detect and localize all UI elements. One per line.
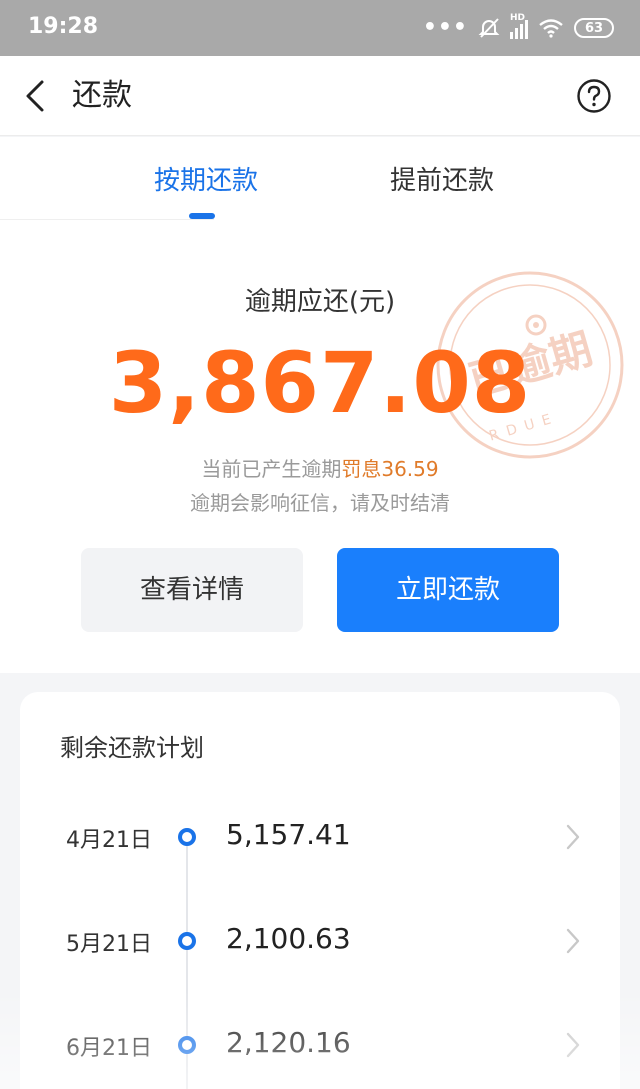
repayment-tabs: 按期还款 提前还款 — [0, 137, 640, 221]
plan-title: 剩余还款计划 — [60, 734, 204, 762]
plan-row-date: 4月21日 — [66, 828, 152, 853]
tab-scheduled-repayment[interactable]: 按期还款 — [154, 165, 258, 197]
chevron-right-icon — [566, 1032, 580, 1058]
credit-warning: 逾期会影响征信，请及时结清 — [190, 491, 450, 515]
chevron-right-icon — [566, 928, 580, 954]
timeline-dot — [178, 828, 196, 846]
wifi-icon — [539, 19, 563, 38]
repayment-plan-card: 剩余还款计划 4月21日 5,157.41 5月21日 2,100.63 6月2… — [20, 692, 620, 1089]
status-time: 19:28 — [28, 14, 99, 39]
tab-divider — [0, 219, 214, 220]
plan-row[interactable]: 5月21日 2,100.63 — [20, 912, 620, 972]
plan-row[interactable]: 4月21日 5,157.41 — [20, 808, 620, 868]
repay-now-button[interactable]: 立即还款 — [337, 548, 559, 632]
status-bar: 19:28 ••• HD 63 — [0, 0, 640, 56]
navbar: 还款 — [0, 56, 640, 136]
signal-icon: HD — [510, 13, 528, 39]
battery-level: 63 — [584, 20, 604, 36]
battery-icon: 63 — [574, 18, 614, 38]
status-icons: ••• HD 63 — [422, 13, 614, 42]
plan-row-amount: 5,157.41 — [226, 818, 351, 851]
signal-hd-label: HD — [510, 13, 526, 23]
plan-row[interactable]: 6月21日 2,120.16 — [20, 1016, 620, 1076]
more-dots-icon: ••• — [422, 15, 468, 40]
penalty-value: 36.59 — [381, 457, 439, 481]
page-title: 还款 — [72, 78, 132, 113]
timeline-dot — [178, 932, 196, 950]
plan-row-date: 5月21日 — [66, 932, 152, 957]
chevron-right-icon — [566, 824, 580, 850]
plan-row-amount: 2,120.16 — [226, 1026, 351, 1059]
penalty-label: 罚息 — [341, 457, 382, 481]
help-icon[interactable] — [576, 78, 612, 114]
view-details-button[interactable]: 查看详情 — [81, 548, 303, 632]
overdue-amount: 3,867.08 — [108, 334, 532, 432]
plan-row-date: 6月21日 — [66, 1036, 152, 1061]
overdue-summary: 已逾期 RDUE 逾期应还(元) 3,867.08 当前已产生逾期罚息36.59… — [0, 221, 640, 673]
penalty-line: 当前已产生逾期罚息36.59 — [0, 453, 640, 482]
overdue-amount-label: 逾期应还(元) — [244, 287, 396, 317]
plan-row-amount: 2,100.63 — [226, 922, 351, 955]
back-arrow-icon[interactable] — [18, 76, 58, 116]
penalty-prefix: 当前已产生逾期 — [201, 457, 342, 481]
timeline-dot — [178, 1036, 196, 1054]
mute-icon — [478, 18, 500, 38]
tab-early-repayment[interactable]: 提前还款 — [390, 165, 494, 197]
